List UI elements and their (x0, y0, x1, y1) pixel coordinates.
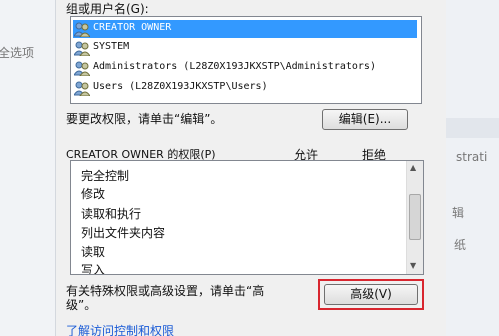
user-group-icon (74, 81, 90, 96)
user-group-icon (74, 22, 90, 37)
user-name: Administrators (L28Z0X193JKXSTP\Administ… (93, 61, 376, 72)
permissions-list[interactable]: 完全控制 修改 读取和执行 列出文件夹内容 读取 写入 ▲ ▼ (70, 160, 424, 275)
scroll-up-arrow-icon[interactable]: ▲ (410, 163, 416, 172)
permission-item: 读取 (81, 245, 106, 259)
edit-button[interactable]: 编辑(E)... (322, 109, 408, 130)
background-band (446, 118, 499, 138)
user-list-item[interactable]: CREATOR OWNER (73, 20, 417, 38)
scroll-down-arrow-icon[interactable]: ▼ (410, 261, 416, 270)
edit-hint: 要更改权限，请单击“编辑”。 (66, 112, 223, 126)
access-control-help-link[interactable]: 了解访问控制和权限 (66, 322, 174, 336)
scrollbar-thumb[interactable] (409, 194, 421, 240)
advanced-hint-line2: 级”。 (66, 298, 97, 312)
user-group-icon (74, 41, 90, 56)
security-dialog: 组或用户名(G): CREATOR OWNER SYSTEM Administr… (56, 0, 446, 336)
user-list[interactable]: CREATOR OWNER SYSTEM Administrators (L28… (70, 16, 422, 104)
user-group-icon (74, 61, 90, 76)
user-name: CREATOR OWNER (93, 22, 172, 33)
permission-item: 写入 (81, 263, 106, 275)
permission-item: 完全控制 (81, 169, 130, 183)
permission-item: 修改 (81, 187, 106, 201)
background-text-fragment: 全选项 (0, 46, 35, 60)
permission-item: 列出文件夹内容 (81, 226, 166, 240)
user-list-item[interactable]: SYSTEM (73, 39, 417, 57)
background-window-right: strati 辑 纸 (446, 0, 499, 336)
user-name: SYSTEM (93, 41, 130, 52)
permission-item: 读取和执行 (81, 207, 142, 221)
group-or-user-label: 组或用户名(G): (66, 2, 149, 16)
background-text-fragment: 纸 (454, 238, 467, 252)
background-window-left: 全选项 (0, 0, 56, 336)
user-list-item[interactable]: Administrators (L28Z0X193JKXSTP\Administ… (73, 59, 417, 77)
background-text-fragment: strati (456, 150, 488, 164)
user-list-item[interactable]: Users (L28Z0X193JKXSTP\Users) (73, 79, 417, 97)
permissions-scrollbar[interactable]: ▲ ▼ (406, 161, 423, 274)
advanced-button[interactable]: 高级(V) (324, 284, 418, 305)
user-name: Users (L28Z0X193JKXSTP\Users) (93, 81, 268, 92)
background-text-fragment: 辑 (452, 206, 465, 220)
